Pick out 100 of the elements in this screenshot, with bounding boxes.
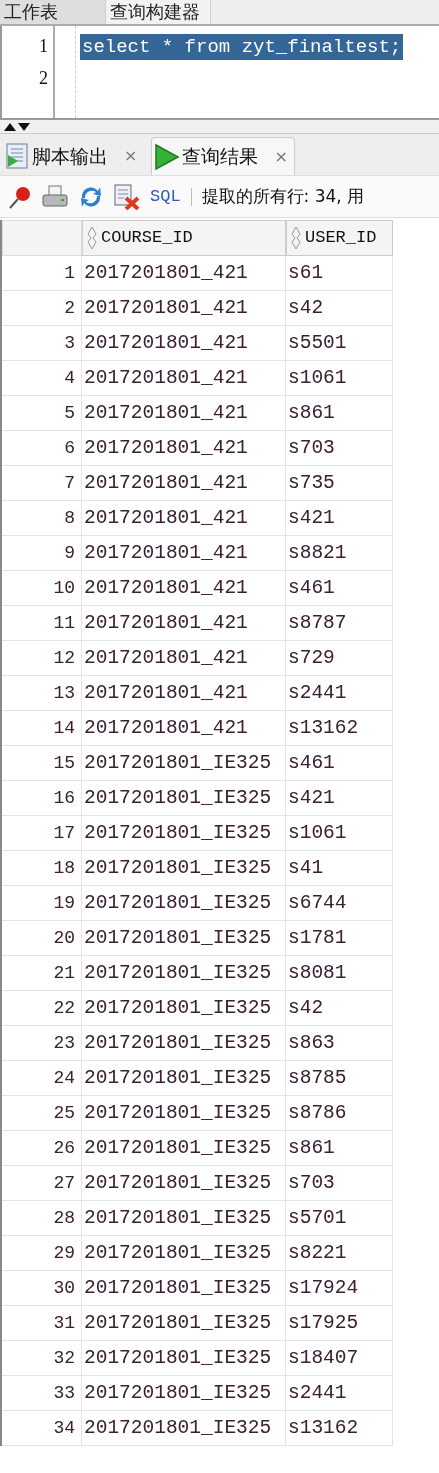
table-cell: 2017201801_421 — [82, 466, 286, 501]
table-cell: s8821 — [286, 536, 393, 571]
tab[interactable]: 查询结果 × — [151, 137, 295, 175]
row-number: 23 — [2, 1026, 82, 1061]
column-title: USER_ID — [305, 227, 377, 250]
close-icon[interactable]: × — [124, 144, 138, 168]
play-icon — [154, 142, 181, 171]
table-cell: 2017201801_421 — [82, 676, 286, 711]
table-cell: 2017201801_421 — [82, 291, 286, 326]
row-number: 15 — [2, 746, 82, 781]
table-cell: s61 — [286, 256, 393, 291]
table-cell: 2017201801_IE325 — [82, 746, 286, 781]
table-cell: s8221 — [286, 1236, 393, 1271]
close-icon[interactable]: × — [274, 144, 288, 169]
table-cell: 2017201801_IE325 — [82, 1026, 286, 1061]
table-cell: 2017201801_IE325 — [82, 921, 286, 956]
row-number: 33 — [2, 1376, 82, 1411]
table-cell: 2017201801_IE325 — [82, 1201, 286, 1236]
table-cell: 2017201801_IE325 — [82, 1096, 286, 1131]
sort-icon[interactable] — [291, 226, 301, 250]
table-cell: 2017201801_421 — [82, 501, 286, 536]
table-cell: 2017201801_IE325 — [82, 1236, 286, 1271]
table-cell: s461 — [286, 571, 393, 606]
table-cell: s1061 — [286, 816, 393, 851]
row-number: 10 — [2, 571, 82, 606]
table-cell: 2017201801_IE325 — [82, 991, 286, 1026]
table-cell: s421 — [286, 781, 393, 816]
row-number: 14 — [2, 711, 82, 746]
row-number: 24 — [2, 1061, 82, 1096]
table-cell: 2017201801_IE325 — [82, 1271, 286, 1306]
row-number: 32 — [2, 1341, 82, 1376]
table-cell: s861 — [286, 396, 393, 431]
column-header[interactable]: USER_ID — [286, 220, 393, 256]
table-cell: s861 — [286, 1131, 393, 1166]
line-number: 1 — [39, 35, 48, 58]
tab[interactable]: 工作表 — [0, 0, 106, 24]
row-number: 31 — [2, 1306, 82, 1341]
table-cell: 2017201801_421 — [82, 256, 286, 291]
row-number: 3 — [2, 326, 82, 361]
row-number: 12 — [2, 641, 82, 676]
row-number: 27 — [2, 1166, 82, 1201]
table-cell: s13162 — [286, 1411, 393, 1446]
row-number: 21 — [2, 956, 82, 991]
table-cell: 2017201801_421 — [82, 396, 286, 431]
row-number: 8 — [2, 501, 82, 536]
tab[interactable]: 查询构建器 — [106, 0, 211, 24]
table-cell: s41 — [286, 851, 393, 886]
row-number: 13 — [2, 676, 82, 711]
row-number: 18 — [2, 851, 82, 886]
table-cell: s421 — [286, 501, 393, 536]
table-cell: s5501 — [286, 326, 393, 361]
table-cell: s13162 — [286, 711, 393, 746]
table-cell: 2017201801_421 — [82, 711, 286, 746]
table-cell: 2017201801_IE325 — [82, 1306, 286, 1341]
table-cell: s863 — [286, 1026, 393, 1061]
row-number: 29 — [2, 1236, 82, 1271]
table-cell: s1781 — [286, 921, 393, 956]
table-cell: s461 — [286, 746, 393, 781]
table-cell: s2441 — [286, 676, 393, 711]
tab[interactable]: 脚本输出 × — [4, 137, 144, 175]
row-number: 16 — [2, 781, 82, 816]
table-cell: 2017201801_421 — [82, 606, 286, 641]
table-cell: s703 — [286, 431, 393, 466]
printer-icon[interactable] — [42, 184, 68, 209]
table-cell: s6744 — [286, 886, 393, 921]
table-cell: s8786 — [286, 1096, 393, 1131]
pin-icon[interactable] — [8, 184, 32, 209]
row-number: 20 — [2, 921, 82, 956]
table-cell: s703 — [286, 1166, 393, 1201]
table-cell: 2017201801_421 — [82, 361, 286, 396]
table-cell: s1061 — [286, 361, 393, 396]
table-cell: 2017201801_IE325 — [82, 1061, 286, 1096]
sort-icon[interactable] — [87, 226, 97, 250]
table-cell: s735 — [286, 466, 393, 501]
table-cell: 2017201801_IE325 — [82, 1376, 286, 1411]
table-cell: 2017201801_421 — [82, 571, 286, 606]
line-number: 2 — [39, 67, 48, 90]
column-title: COURSE_ID — [101, 227, 193, 250]
table-cell: s8787 — [286, 606, 393, 641]
table-cell: s17924 — [286, 1271, 393, 1306]
row-number: 9 — [2, 536, 82, 571]
column-header[interactable]: COURSE_ID — [82, 220, 286, 256]
table-cell: 2017201801_421 — [82, 536, 286, 571]
row-number: 11 — [2, 606, 82, 641]
sql-button[interactable]: SQL — [150, 183, 181, 210]
table-cell: 2017201801_IE325 — [82, 1166, 286, 1201]
row-number: 2 — [2, 291, 82, 326]
table-cell: 2017201801_IE325 — [82, 886, 286, 921]
row-number: 6 — [2, 431, 82, 466]
table-cell: s42 — [286, 291, 393, 326]
delete-icon[interactable] — [114, 183, 140, 210]
table-cell: s2441 — [286, 1376, 393, 1411]
table-cell: s42 — [286, 991, 393, 1026]
row-number: 5 — [2, 396, 82, 431]
row-number: 30 — [2, 1271, 82, 1306]
table-cell: 2017201801_421 — [82, 326, 286, 361]
table-cell: s5701 — [286, 1201, 393, 1236]
document-icon — [6, 143, 30, 169]
row-number: 34 — [2, 1411, 82, 1446]
row-number: 1 — [2, 256, 82, 291]
